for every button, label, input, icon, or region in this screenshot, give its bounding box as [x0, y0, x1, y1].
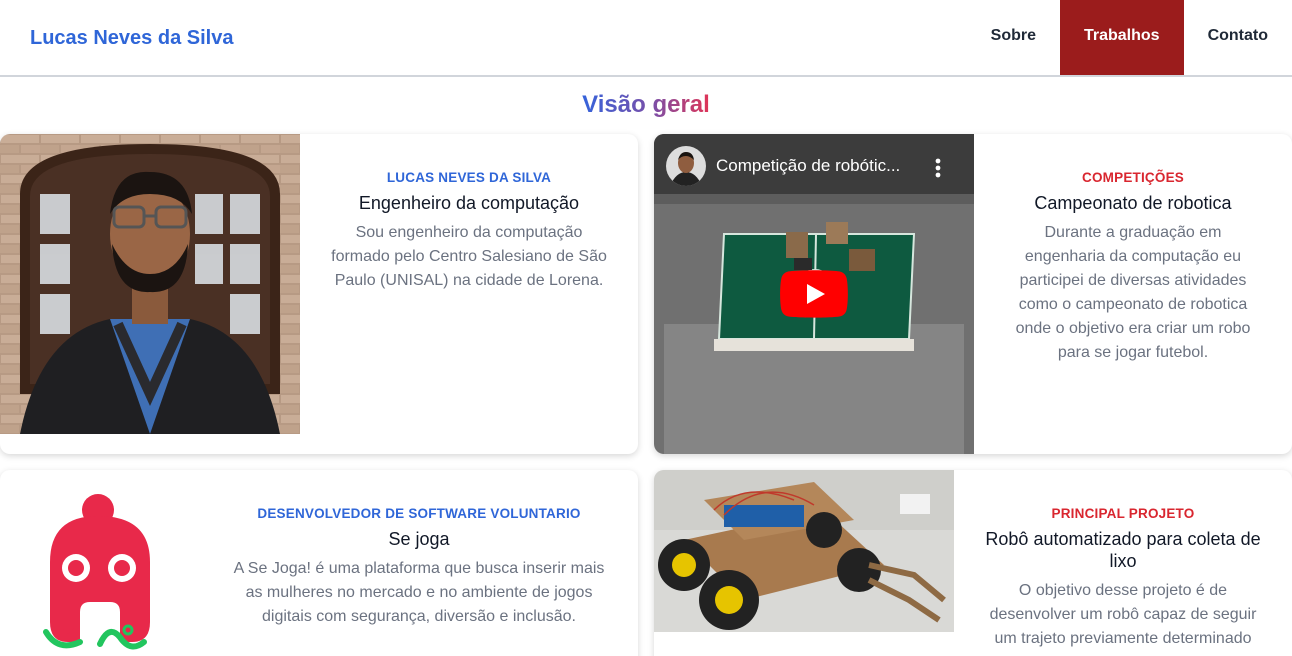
video-title[interactable]: Competição de robótic...	[716, 156, 916, 176]
card-profile-body: LUCAS NEVES DA SILVA Engenheiro da compu…	[330, 134, 608, 293]
card-principal-projeto: PRINCIPAL PROJETO Robô automatizado para…	[654, 470, 1292, 656]
card-kicker: PRINCIPAL PROJETO	[1051, 506, 1195, 521]
card-se-joga-body: DESENVOLVEDOR DE SOFTWARE VOLUNTARIO Se …	[228, 470, 610, 629]
card-kicker: DESENVOLVEDOR DE SOFTWARE VOLUNTARIO	[257, 506, 581, 521]
nav-link-trabalhos[interactable]: Trabalhos	[1059, 0, 1184, 75]
youtube-video-embed[interactable]: Competição de robótic...	[654, 134, 974, 454]
page-title: Visão geral	[582, 91, 710, 118]
card-text: Sou engenheiro da computação formado pel…	[331, 224, 607, 289]
nav-link-contato[interactable]: Contato	[1184, 0, 1292, 75]
more-vert-icon[interactable]	[928, 156, 948, 180]
card-se-joga: DESENVOLVEDOR DE SOFTWARE VOLUNTARIO Se …	[0, 470, 638, 656]
card-principal-projeto-body: PRINCIPAL PROJETO Robô automatizado para…	[984, 470, 1262, 651]
profile-photo	[0, 134, 300, 434]
robot-photo	[654, 470, 954, 632]
card-competicoes-body: COMPETIÇÕES Campeonato de robotica Duran…	[1004, 134, 1262, 365]
card-title: Robô automatizado para coleta de lixo	[985, 529, 1261, 571]
card-title: Se joga	[388, 529, 450, 549]
top-navbar: Lucas Neves da Silva Sobre Trabalhos Con…	[0, 0, 1292, 77]
card-text: O objetivo desse projeto é de desenvolve…	[989, 582, 1257, 647]
channel-avatar[interactable]	[666, 146, 706, 186]
card-kicker: COMPETIÇÕES	[1082, 170, 1184, 185]
card-kicker: LUCAS NEVES DA SILVA	[386, 170, 552, 185]
play-button-icon[interactable]	[780, 270, 848, 318]
card-title: Engenheiro da computação	[358, 193, 580, 213]
se-joga-logo	[40, 492, 160, 652]
brand-name[interactable]: Lucas Neves da Silva	[30, 27, 233, 50]
card-competicoes: Competição de robótic... COMPETIÇÕES Cam…	[654, 134, 1292, 454]
card-title: Campeonato de robotica	[1034, 193, 1232, 213]
card-text: Durante a graduação em engenharia da com…	[1015, 224, 1251, 361]
card-profile: LUCAS NEVES DA SILVA Engenheiro da compu…	[0, 134, 638, 454]
main-nav: Sobre Trabalhos Contato	[967, 0, 1292, 75]
nav-link-sobre[interactable]: Sobre	[967, 0, 1060, 75]
card-text: A Se Joga! é uma plataforma que busca in…	[233, 560, 605, 625]
